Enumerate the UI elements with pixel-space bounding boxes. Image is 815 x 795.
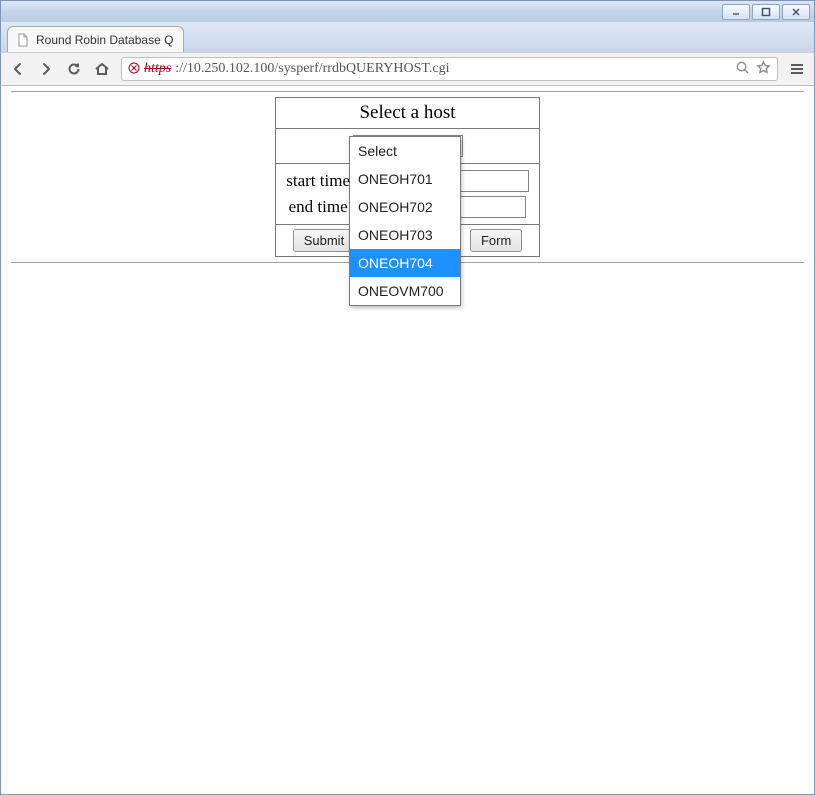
- url-protocol: https: [144, 61, 171, 77]
- submit-button[interactable]: Submit: [293, 229, 355, 252]
- address-bar[interactable]: https ://10.250.102.100/sysperf/rrdbQUER…: [121, 57, 778, 81]
- back-button[interactable]: [9, 60, 27, 78]
- browser-tabstrip: Round Robin Database Q: [0, 22, 815, 52]
- browser-toolbar: https ://10.250.102.100/sysperf/rrdbQUER…: [0, 52, 815, 86]
- menu-button[interactable]: [788, 60, 806, 78]
- browser-tab[interactable]: Round Robin Database Q: [7, 26, 184, 52]
- window-titlebar: [0, 0, 815, 22]
- host-option[interactable]: ONEOH702: [350, 193, 460, 221]
- form-heading: Select a host: [276, 98, 539, 129]
- window-close-button[interactable]: [782, 4, 810, 20]
- host-option[interactable]: ONEOH701: [350, 165, 460, 193]
- host-option[interactable]: ONEOVM700: [350, 277, 460, 305]
- reset-form-button[interactable]: Form: [470, 229, 522, 252]
- tab-title: Round Robin Database Q: [36, 33, 173, 47]
- end-time-label: end time:: [289, 197, 353, 217]
- window-minimize-button[interactable]: [722, 4, 750, 20]
- host-option[interactable]: Select: [350, 137, 460, 165]
- reload-button[interactable]: [65, 60, 83, 78]
- forward-button[interactable]: [37, 60, 55, 78]
- bookmark-star-icon[interactable]: [756, 60, 771, 78]
- start-time-label: start time:: [286, 171, 354, 191]
- zoom-icon[interactable]: [735, 60, 750, 78]
- host-option[interactable]: ONEOH703: [350, 221, 460, 249]
- insecure-icon: [128, 62, 140, 77]
- window-maximize-button[interactable]: [752, 4, 780, 20]
- divider-top: [11, 91, 804, 92]
- home-button[interactable]: [93, 60, 111, 78]
- host-select-dropdown: Select ONEOH701 ONEOH702 ONEOH703 ONEOH7…: [349, 136, 461, 306]
- url-path: ://10.250.102.100/sysperf/rrdbQUERYHOST.…: [175, 61, 449, 77]
- page-icon: [16, 33, 30, 47]
- host-option-selected[interactable]: ONEOH704: [350, 249, 460, 277]
- page-content: Select a host ONEOH704 ▼ start time: end…: [0, 86, 815, 795]
